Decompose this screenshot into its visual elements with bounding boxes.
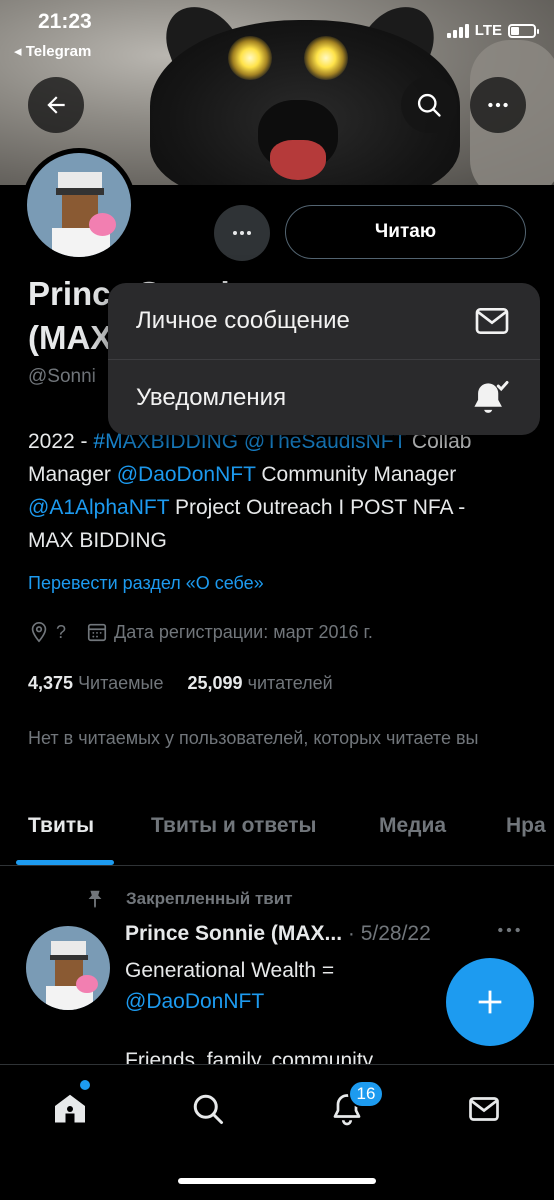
following-button[interactable]: Читаю <box>285 205 526 259</box>
followers-stat[interactable]: 25,099 читателей <box>188 673 333 694</box>
back-to-telegram-link[interactable]: ◂ Telegram <box>14 42 91 60</box>
nav-home[interactable] <box>48 1087 92 1131</box>
profile-tabs: Твиты Твиты и ответы Медиа Нра <box>0 794 554 866</box>
tweet-author-name[interactable]: Prince Sonnie (MAX... <box>125 922 342 945</box>
battery-icon <box>508 23 539 38</box>
followers-label: читателей <box>247 673 333 693</box>
notifications-count-badge: 16 <box>348 1080 384 1108</box>
active-tab-indicator <box>16 860 114 865</box>
joined-date: Дата регистрации: март 2016 г. <box>114 621 373 642</box>
profile-bio: 2022 - #MAXBIDDING @TheSaudisNFT Collab … <box>28 425 498 557</box>
bio-link-a1alpha[interactable]: @A1AlphaNFT <box>28 496 169 519</box>
nav-search[interactable] <box>186 1087 230 1131</box>
search-icon <box>193 1094 223 1124</box>
location-text: ? <box>56 621 67 642</box>
profile-more-button[interactable] <box>214 205 270 261</box>
tweet-mention-link[interactable]: @DaoDonNFT <box>125 986 425 1017</box>
more-horizontal-icon <box>233 231 251 235</box>
followers-you-know-note: Нет в читаемых у пользователей, которых … <box>28 728 479 748</box>
bell-check-icon <box>474 380 509 413</box>
following-label: Читаемые <box>78 673 164 693</box>
search-icon <box>417 93 441 117</box>
back-button[interactable] <box>28 77 84 133</box>
bio-link-daodon[interactable]: @DaoDonNFT <box>117 463 256 486</box>
menu-item-label: Уведомления <box>136 383 287 411</box>
home-indicator <box>178 1178 376 1184</box>
tab-tweets-replies[interactable]: Твиты и ответы <box>151 814 317 838</box>
bio-text: Community Manager <box>255 463 457 486</box>
signal-icon <box>446 23 469 38</box>
profile-actions-menu: Личное сообщение Уведомления <box>108 283 540 435</box>
translate-bio-link[interactable]: Перевести раздел «О себе» <box>28 573 264 594</box>
tab-media[interactable]: Медиа <box>379 814 446 838</box>
tweet-text-line: Friends, family, community <box>125 1049 374 1064</box>
profile-meta: ? Дата регистрации: март 2016 г. <box>28 621 373 643</box>
tweet-text-line: Generational Wealth = <box>125 959 335 982</box>
pin-icon <box>88 890 102 909</box>
arrow-left-icon <box>47 96 65 114</box>
tweet-author-avatar[interactable] <box>26 926 110 1010</box>
home-unread-dot <box>80 1080 90 1090</box>
envelope-icon <box>475 308 509 334</box>
pinned-tweet-header: Закрепленный твит <box>84 887 293 911</box>
following-count: 4,375 <box>28 673 74 693</box>
header-more-button[interactable] <box>470 77 526 133</box>
network-label: LTE <box>474 22 502 39</box>
tab-tweets[interactable]: Твиты <box>28 814 94 838</box>
menu-item-label: Личное сообщение <box>136 307 350 334</box>
menu-item-direct-message[interactable]: Личное сообщение <box>108 283 540 359</box>
tab-likes[interactable]: Нра <box>506 814 546 838</box>
bio-text: 2022 - <box>28 430 94 453</box>
profile-avatar[interactable] <box>22 148 136 262</box>
status-time: 21:23 <box>38 10 92 33</box>
more-horizontal-icon <box>488 102 508 108</box>
location-pin-icon <box>31 622 47 643</box>
plus-icon <box>478 990 502 1014</box>
tweet-header: Prince Sonnie (MAX... · 5/28/22 <box>125 922 431 946</box>
search-button[interactable] <box>401 77 457 133</box>
tweet-more-button[interactable] <box>496 920 522 946</box>
status-indicators: LTE <box>446 22 539 39</box>
compose-tweet-button[interactable] <box>446 958 534 1046</box>
followers-count: 25,099 <box>187 673 243 693</box>
pinned-label: Закрепленный твит <box>126 889 293 908</box>
tweet-text: Generational Wealth = @DaoDonNFT <box>125 955 425 1017</box>
calendar-icon <box>87 623 107 642</box>
nav-messages[interactable] <box>462 1087 506 1131</box>
tweet-date[interactable]: · 5/28/22 <box>348 922 431 945</box>
profile-handle: @Sonni <box>28 366 96 387</box>
following-stat[interactable]: 4,375 Читаемые <box>28 673 164 694</box>
more-horizontal-icon <box>498 927 520 933</box>
envelope-icon <box>469 1097 499 1121</box>
menu-item-notifications[interactable]: Уведомления <box>108 359 540 435</box>
follow-stats: 4,375 Читаемые 25,099 читателей <box>28 673 333 694</box>
home-icon <box>55 1094 85 1123</box>
